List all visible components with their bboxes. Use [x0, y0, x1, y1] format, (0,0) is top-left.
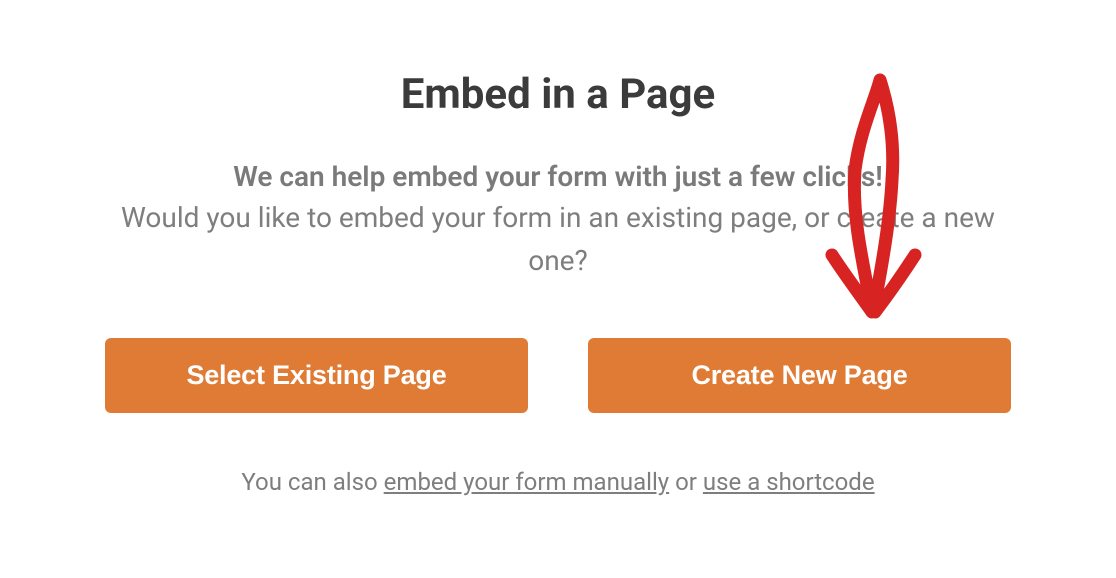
modal-sub-text: Would you like to embed your form in an … — [105, 196, 1011, 283]
modal-title: Embed in a Page — [105, 70, 1011, 119]
button-row: Select Existing Page Create New Page — [105, 338, 1011, 413]
modal-lead-text: We can help embed your form with just a … — [105, 159, 1011, 194]
use-shortcode-link[interactable]: use a shortcode — [703, 468, 875, 496]
embed-modal: Embed in a Page We can help embed your f… — [0, 0, 1116, 536]
embed-manually-link[interactable]: embed your form manually — [384, 468, 669, 496]
footer-prefix: You can also — [241, 468, 383, 496]
modal-footer-text: You can also embed your form manually or… — [105, 468, 1011, 496]
select-existing-page-button[interactable]: Select Existing Page — [105, 338, 528, 413]
footer-middle: or — [669, 468, 703, 496]
create-new-page-button[interactable]: Create New Page — [588, 338, 1011, 413]
